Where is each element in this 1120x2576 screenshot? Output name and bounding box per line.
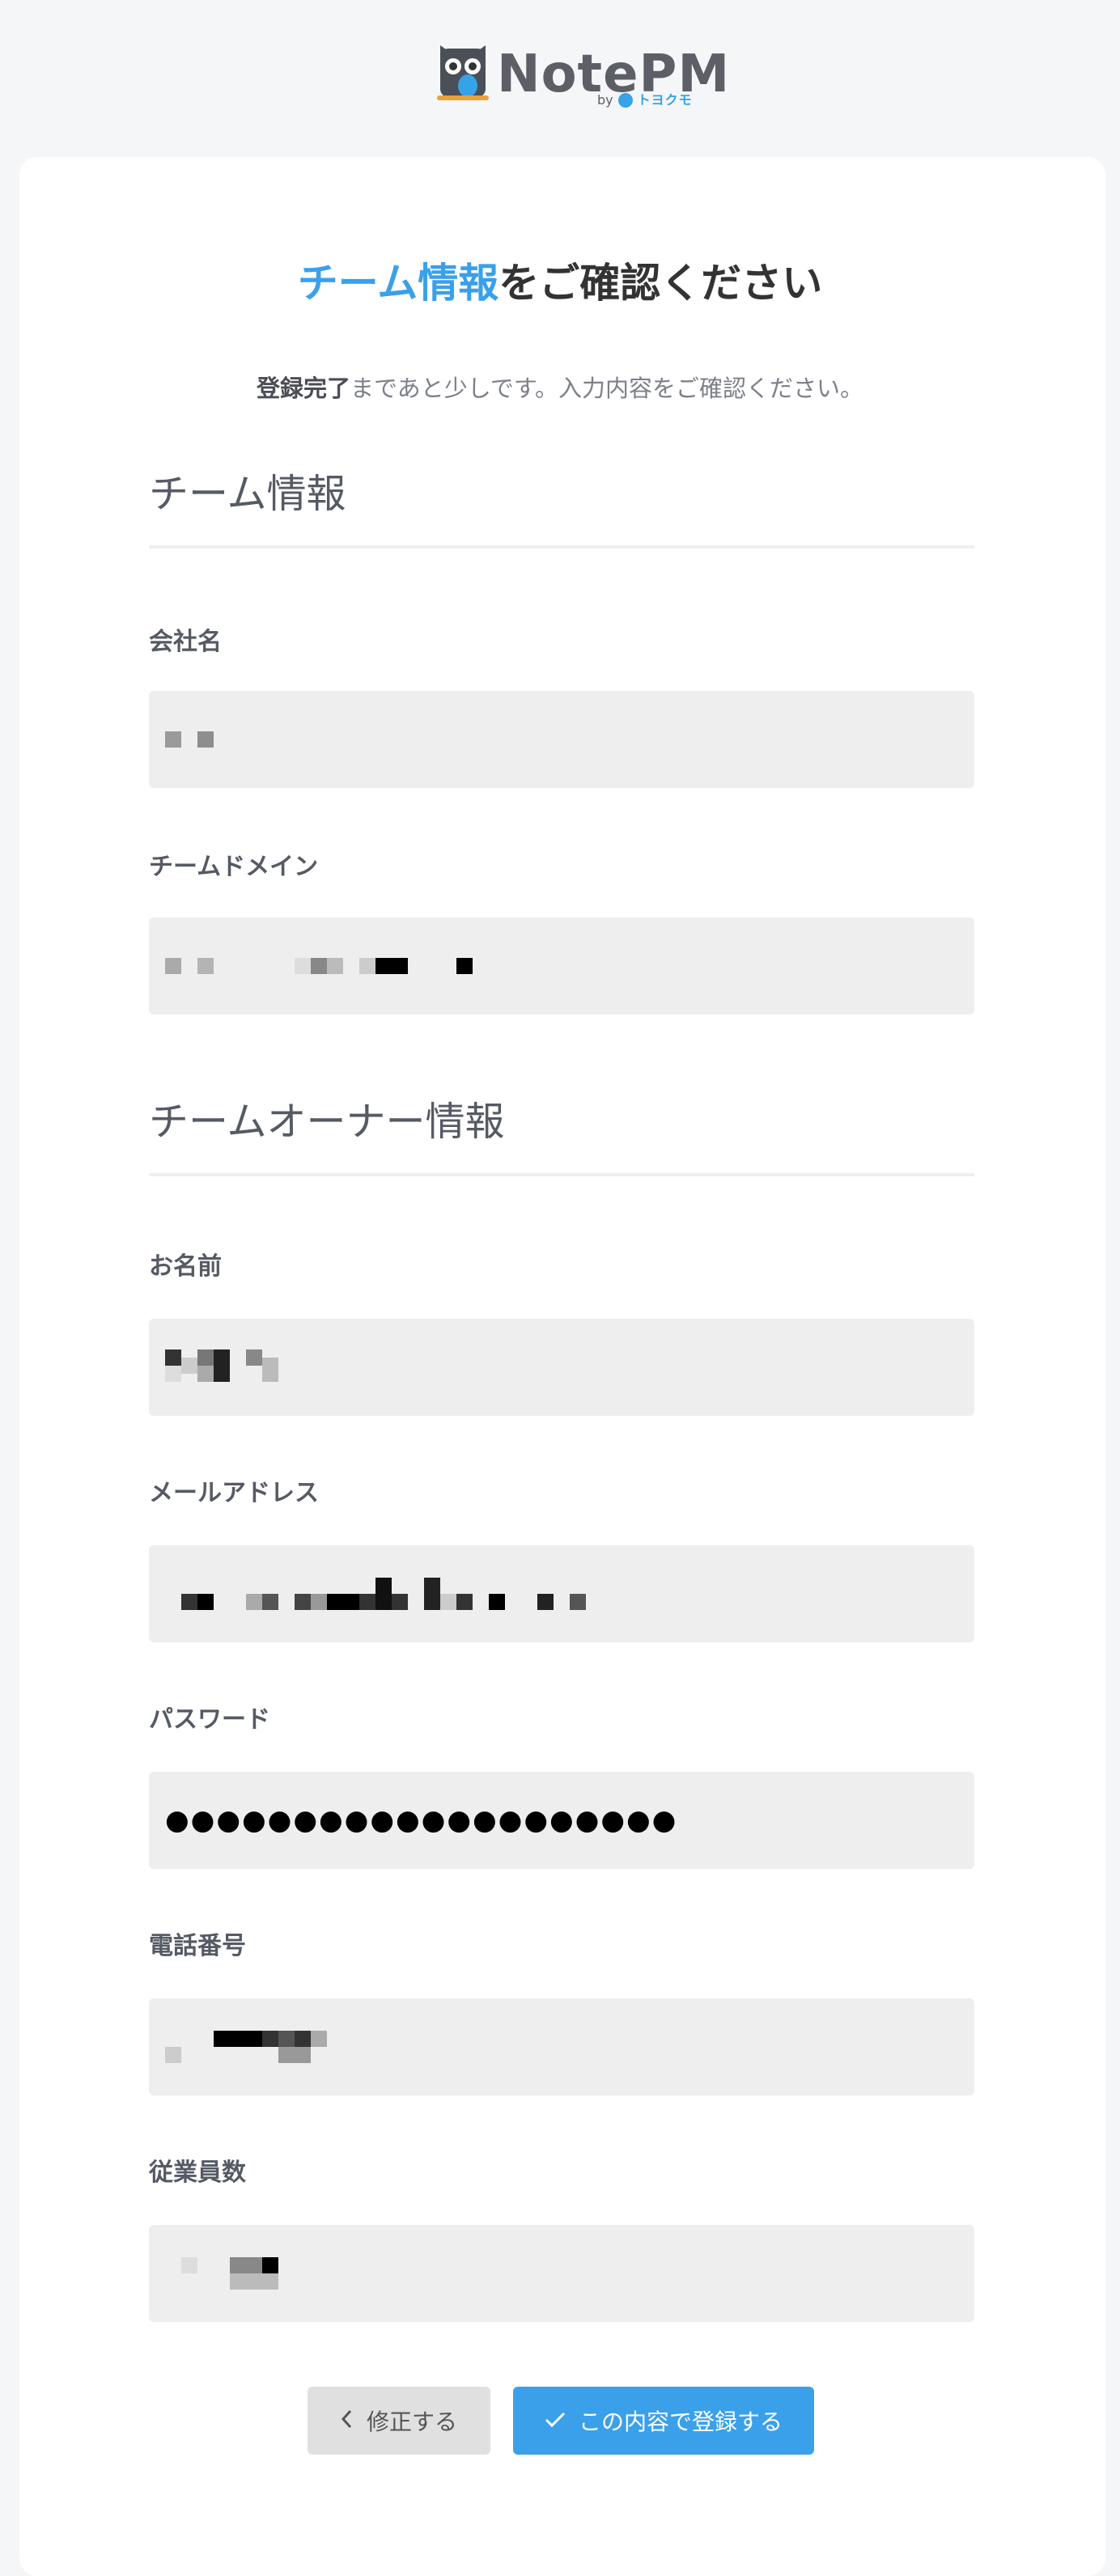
owl-icon [437, 45, 489, 100]
back-button[interactable]: 修正する [308, 2387, 490, 2455]
page-subtitle: 登録完了まであと少しです。入力内容をご確認ください。 [0, 371, 1120, 406]
email-field [149, 1545, 974, 1642]
page-title-accent: チーム情報 [297, 260, 499, 307]
check-icon [545, 2408, 566, 2434]
submit-button-label: この内容で登録する [578, 2409, 783, 2435]
password-field: ●●●●●●●●●●●●●●●●●●●● [149, 1772, 974, 1869]
name-field [149, 1319, 974, 1416]
email-label: メールアドレス [149, 1479, 319, 1507]
company-field [149, 691, 974, 788]
logo-by-text: by [597, 92, 613, 108]
subtitle-strong: 登録完了 [257, 375, 351, 402]
back-button-label: 修正する [366, 2409, 457, 2435]
logo-byline: by トヨクモ [597, 92, 693, 108]
notepm-logo[interactable]: NotePM by トヨクモ [435, 42, 729, 110]
subtitle-rest: まであと少しです。入力内容をご確認ください。 [350, 375, 863, 402]
employees-field [149, 2225, 974, 2322]
company-label: 会社名 [149, 628, 222, 656]
employees-label: 従業員数 [149, 2159, 246, 2187]
phone-field [149, 1998, 974, 2095]
submit-button[interactable]: この内容で登録する [513, 2387, 814, 2455]
section-title-owner: チームオーナー情報 [149, 1094, 974, 1176]
page-title-rest: をご確認ください [498, 260, 823, 307]
logo-brand: トヨクモ [637, 92, 693, 108]
phone-label: 電話番号 [149, 1932, 246, 1960]
domain-field [149, 917, 974, 1015]
page-title: チーム情報をご確認ください [0, 254, 1120, 312]
password-label: パスワード [149, 1705, 270, 1734]
password-value: ●●●●●●●●●●●●●●●●●●●● [165, 1804, 678, 1837]
toyokumo-icon [617, 93, 633, 108]
section-title-team: チーム情報 [149, 466, 974, 549]
domain-label: チームドメイン [149, 853, 319, 881]
name-label: お名前 [149, 1252, 222, 1281]
chevron-left-icon [341, 2408, 354, 2434]
